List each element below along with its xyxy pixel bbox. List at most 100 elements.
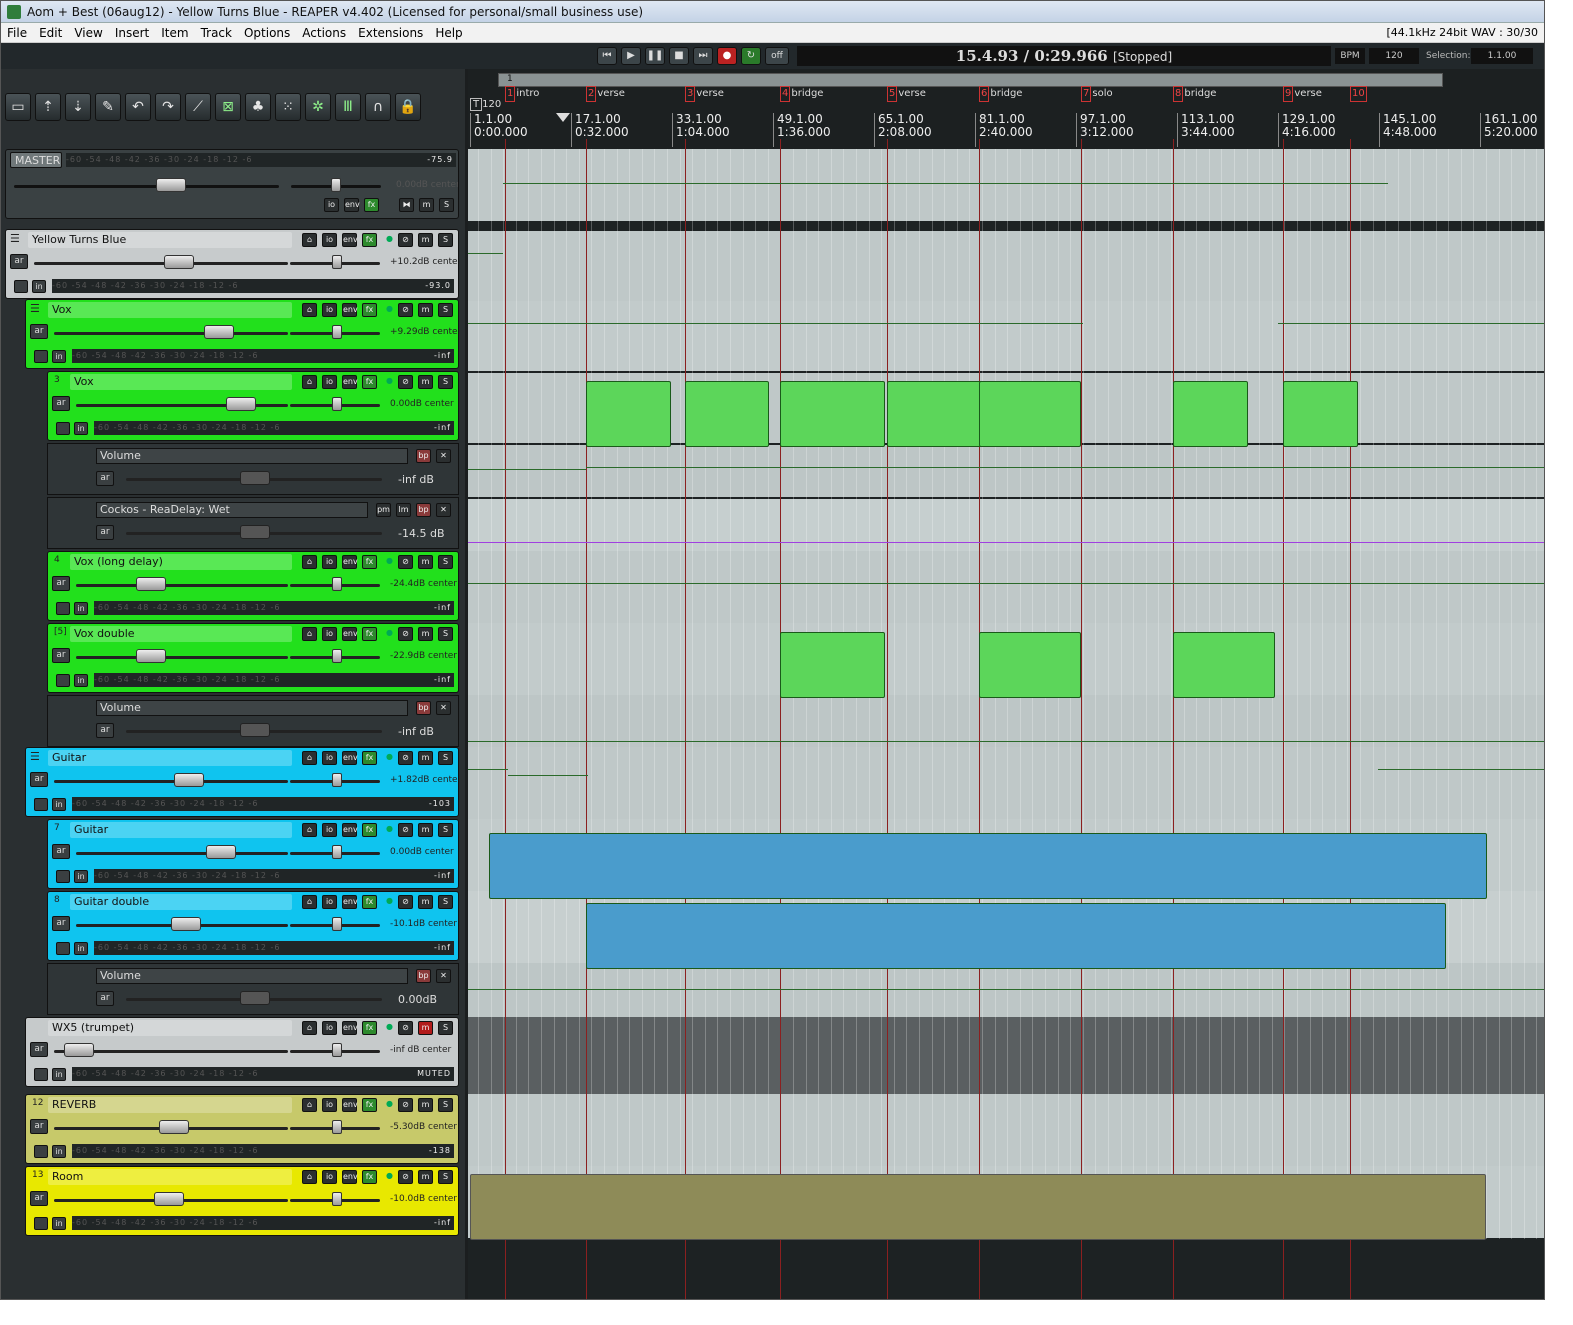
record-arm-icon[interactable]: ● — [382, 555, 397, 569]
env-button[interactable]: env — [342, 303, 358, 317]
fx-button[interactable]: fx — [362, 627, 377, 641]
snap-icon[interactable]: ⊠ — [215, 93, 241, 121]
volume-knob[interactable] — [159, 1120, 189, 1134]
phase-invert-icon[interactable] — [34, 350, 48, 363]
input-button[interactable]: in — [52, 1068, 66, 1081]
go-to-end-icon[interactable]: ⏭ — [693, 47, 713, 65]
track-name[interactable]: WX5 (trumpet) — [48, 1020, 292, 1036]
mute-button[interactable]: m — [418, 375, 433, 389]
automation-mode-button[interactable]: ar — [30, 1042, 48, 1057]
fx-button[interactable]: fx — [362, 1098, 377, 1112]
mute-button[interactable]: m — [418, 1098, 433, 1112]
track-name[interactable]: Guitar — [48, 750, 292, 766]
envelope-knob[interactable] — [240, 723, 270, 737]
solo-button[interactable]: S — [438, 895, 453, 909]
fx-button[interactable]: fx — [364, 198, 379, 212]
preferences-icon[interactable]: ✎ — [95, 93, 121, 121]
pan-knob[interactable] — [332, 397, 342, 411]
marker-5[interactable]: 5 verse — [887, 86, 926, 102]
mute-button[interactable]: m — [418, 1170, 433, 1184]
menu-item[interactable]: Item — [155, 23, 194, 43]
env-button[interactable]: env — [342, 1021, 358, 1035]
phase-invert-icon[interactable] — [34, 798, 48, 811]
solo-button[interactable]: S — [438, 823, 453, 837]
phase-invert-icon[interactable] — [56, 602, 70, 615]
phase-icon[interactable]: ⊘ — [398, 895, 413, 909]
envelope-lock-icon[interactable]: Ⅲ — [335, 93, 361, 121]
lm-button[interactable]: lm — [396, 503, 411, 517]
fx-button[interactable]: fx — [362, 895, 377, 909]
io-button[interactable]: io — [322, 751, 337, 765]
solo-button[interactable]: S — [438, 375, 453, 389]
edit-cursor-icon[interactable] — [556, 113, 570, 122]
marker-6[interactable]: 6 bridge — [979, 86, 1022, 102]
save-icon[interactable]: ⇣ — [65, 93, 91, 121]
envelope-lane-panel[interactable]: Volume bp ✕ ar 0.00dB — [47, 963, 459, 1015]
master-track[interactable]: MASTER -60 -54 -48 -42 -36 -30 -24 -18 -… — [5, 149, 459, 219]
vox-double-item[interactable] — [979, 632, 1081, 698]
io-button[interactable]: io — [322, 1098, 337, 1112]
bpm-field[interactable]: 120 — [1369, 48, 1419, 64]
env-button[interactable]: env — [344, 198, 360, 212]
env-button[interactable]: env — [342, 375, 358, 389]
pan-knob[interactable] — [332, 1192, 342, 1206]
env-button[interactable]: env — [342, 751, 358, 765]
menu-track[interactable]: Track — [195, 23, 238, 43]
repeat-icon[interactable]: ↻ — [741, 47, 761, 65]
track-name[interactable]: Guitar — [70, 822, 292, 838]
volume-fader[interactable] — [76, 656, 288, 659]
env-button[interactable]: env — [342, 555, 358, 569]
folder-icon[interactable]: ☰ — [30, 750, 40, 763]
folder-icon[interactable]: ☰ — [30, 302, 40, 315]
close-envelope-icon[interactable]: ✕ — [436, 701, 451, 715]
phase-invert-icon[interactable] — [56, 422, 70, 435]
recv-icon[interactable]: ⌂ — [302, 375, 317, 389]
envelope-lane-panel[interactable]: Volume bp ✕ ar -inf dB — [47, 443, 459, 495]
env-button[interactable]: env — [342, 823, 358, 837]
vox-item[interactable] — [887, 381, 982, 447]
phase-invert-icon[interactable] — [56, 674, 70, 687]
io-button[interactable]: io — [322, 555, 337, 569]
volume-knob[interactable] — [136, 649, 166, 663]
record-icon[interactable]: ● — [717, 47, 737, 65]
recv-icon[interactable]: ⌂ — [302, 823, 317, 837]
menu-file[interactable]: File — [1, 23, 33, 43]
solo-button[interactable]: S — [438, 233, 453, 247]
input-button[interactable]: in — [74, 674, 88, 687]
volume-knob[interactable] — [204, 325, 234, 339]
solo-button[interactable]: S — [438, 1021, 453, 1035]
master-pan-knob[interactable] — [331, 178, 341, 192]
menu-actions[interactable]: Actions — [296, 23, 352, 43]
phase-invert-icon[interactable] — [34, 1068, 48, 1081]
io-button[interactable]: io — [322, 303, 337, 317]
mute-button[interactable]: m — [418, 303, 433, 317]
automation-mode-button[interactable]: ar — [52, 396, 70, 411]
solo-button[interactable]: S — [438, 751, 453, 765]
solo-button[interactable]: S — [438, 1170, 453, 1184]
bypass-button[interactable]: bp — [416, 701, 431, 715]
input-button[interactable]: in — [52, 1145, 66, 1158]
menu-edit[interactable]: Edit — [33, 23, 68, 43]
io-button[interactable]: io — [324, 198, 339, 212]
fx-button[interactable]: fx — [362, 1021, 377, 1035]
automation-mode-button[interactable]: ar — [30, 1191, 48, 1206]
bypass-button[interactable]: bp — [416, 449, 431, 463]
track-panel[interactable]: 13 Room ⌂ io env fx ● ⊘ m Sar -10.0dB center in -60 … — [25, 1166, 459, 1236]
vox-double-item[interactable] — [780, 632, 885, 698]
vox-item[interactable] — [1283, 381, 1358, 447]
phase-icon[interactable]: ⊘ — [398, 627, 413, 641]
menu-insert[interactable]: Insert — [109, 23, 155, 43]
off-button[interactable]: off — [765, 47, 789, 65]
envelope-knob[interactable] — [240, 471, 270, 485]
vox-item[interactable] — [979, 381, 1081, 447]
pm-button[interactable]: pm — [376, 503, 391, 517]
volume-knob[interactable] — [64, 1043, 94, 1057]
phase-invert-icon[interactable] — [34, 1217, 48, 1230]
phase-invert-icon[interactable] — [34, 1145, 48, 1158]
vox-double-item[interactable] — [1173, 632, 1275, 698]
track-name[interactable]: Yellow Turns Blue — [28, 232, 292, 248]
room-item[interactable] — [470, 1174, 1486, 1240]
volume-knob[interactable] — [226, 397, 256, 411]
automation-mode-button[interactable]: ar — [96, 723, 114, 738]
lock-icon[interactable]: 🔒 — [395, 93, 421, 121]
